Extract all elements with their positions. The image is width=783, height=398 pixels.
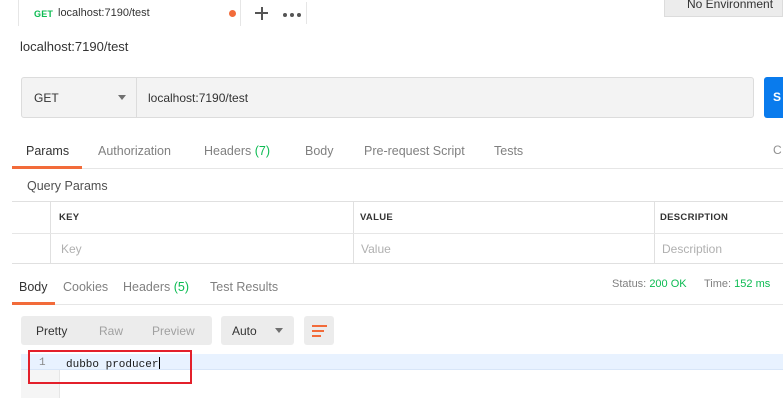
time-readout: Time: 152 ms [704,278,770,290]
method-label: GET [34,91,59,105]
request-tabs: Params Authorization Headers (7) Body Pr… [12,131,783,169]
tab-label: Headers [123,280,171,294]
response-tabs: Body Cookies Headers (5) Test Results St… [12,270,783,305]
time-label: Time: [704,278,732,290]
tab-label: Pre-request Script [364,144,465,158]
wrap-lines-button[interactable] [304,316,334,345]
plus-icon [255,6,268,20]
send-button[interactable]: S [764,77,783,118]
dot [283,13,287,17]
tab-label: Params [26,144,70,158]
description-input[interactable]: Description [662,242,722,256]
view-mode-toggle: Pretty Raw Preview [21,316,212,345]
tab-label: Tests [494,144,524,158]
chevron-down-icon [275,328,283,333]
tab-headers[interactable]: Headers (7) [204,144,270,158]
preview-button[interactable]: Preview [152,324,195,338]
params-table: KEY VALUE DESCRIPTION Key Value Descript… [12,201,783,264]
tab-label: Authorization [98,144,171,158]
tab-params[interactable]: Params [26,144,69,158]
tab-authorization[interactable]: Authorization [98,144,171,158]
request-tab[interactable]: GET localhost:7190/test [18,0,241,26]
tab-body[interactable]: Body [305,144,334,158]
pretty-button[interactable]: Pretty [36,324,67,338]
active-tab-indicator [12,166,82,169]
tab-label: Cookies [63,280,109,294]
tab-test-results[interactable]: Test Results [210,280,278,294]
environment-selector[interactable]: No Environment [664,0,783,17]
key-input[interactable]: Key [61,242,82,256]
method-select[interactable]: GET [22,78,137,117]
url-input[interactable] [138,78,752,117]
tab-label: Body [19,280,48,294]
request-tab-method: GET [34,9,54,19]
tab-label: Test Results [210,280,279,294]
status-value: 200 OK [649,278,687,290]
column-header-description: DESCRIPTION [660,212,729,223]
more-tabs-button[interactable] [277,2,307,24]
divider [12,233,783,234]
status-label: Status: [612,278,647,290]
annotation-box [28,350,192,384]
time-value: 152 ms [734,278,771,290]
tab-label: Body [305,144,334,158]
new-tab-button[interactable] [248,2,276,24]
format-label: Auto [232,324,257,338]
cookies-link[interactable]: C [773,143,782,157]
request-title[interactable]: localhost:7190/test [20,39,128,54]
format-select[interactable]: Auto [221,316,294,345]
tab-tests[interactable]: Tests [494,144,523,158]
tab-response-cookies[interactable]: Cookies [63,280,108,294]
dot [290,13,294,17]
tab-pre-request-script[interactable]: Pre-request Script [364,144,465,158]
dot [297,13,301,17]
send-label: S [773,90,782,104]
unsaved-dot-icon [229,10,236,17]
tab-count: (7) [254,144,271,158]
tab-label: Headers [204,144,252,158]
url-bar: GET [21,77,754,118]
column-header-value: VALUE [360,212,393,223]
raw-button[interactable]: Raw [99,324,123,338]
tab-response-headers[interactable]: Headers (5) [123,280,189,294]
tab-count: (5) [173,280,190,294]
query-params-title: Query Params [27,179,108,193]
value-input[interactable]: Value [361,242,391,256]
column-header-key: KEY [59,212,80,223]
tab-response-body[interactable]: Body [19,280,48,294]
environment-label: No Environment [687,0,774,11]
status-readout: Status: 200 OK [612,278,687,290]
active-tab-indicator [12,302,55,305]
chevron-down-icon [118,95,126,100]
request-tab-name: localhost:7190/test [58,7,150,19]
